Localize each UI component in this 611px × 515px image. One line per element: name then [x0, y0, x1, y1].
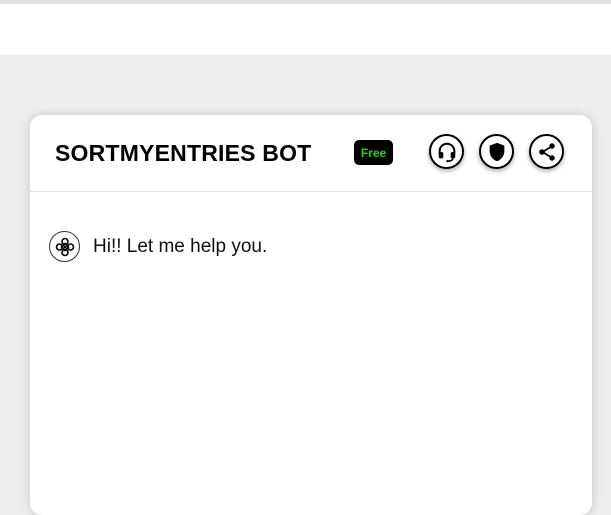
bot-avatar	[49, 231, 80, 262]
bot-title: SORTMYENTRIES BOT	[55, 140, 312, 166]
chatbot-header: SORTMYENTRIES BOT Free	[30, 115, 592, 192]
bot-message: Hi!! Let me help you.	[49, 231, 267, 262]
plan-badge: Free	[354, 140, 393, 165]
top-bar	[0, 4, 611, 55]
support-button[interactable]	[429, 134, 464, 169]
privacy-button[interactable]	[479, 134, 514, 169]
chatbot-widget: SORTMYENTRIES BOT Free Hi!! Let me help …	[30, 115, 592, 515]
bot-logo-icon	[55, 237, 74, 256]
headset-icon	[438, 142, 455, 162]
share-button[interactable]	[529, 134, 564, 169]
shield-icon	[489, 142, 504, 161]
message-text: Hi!! Let me help you.	[93, 235, 268, 257]
share-icon	[538, 142, 555, 161]
